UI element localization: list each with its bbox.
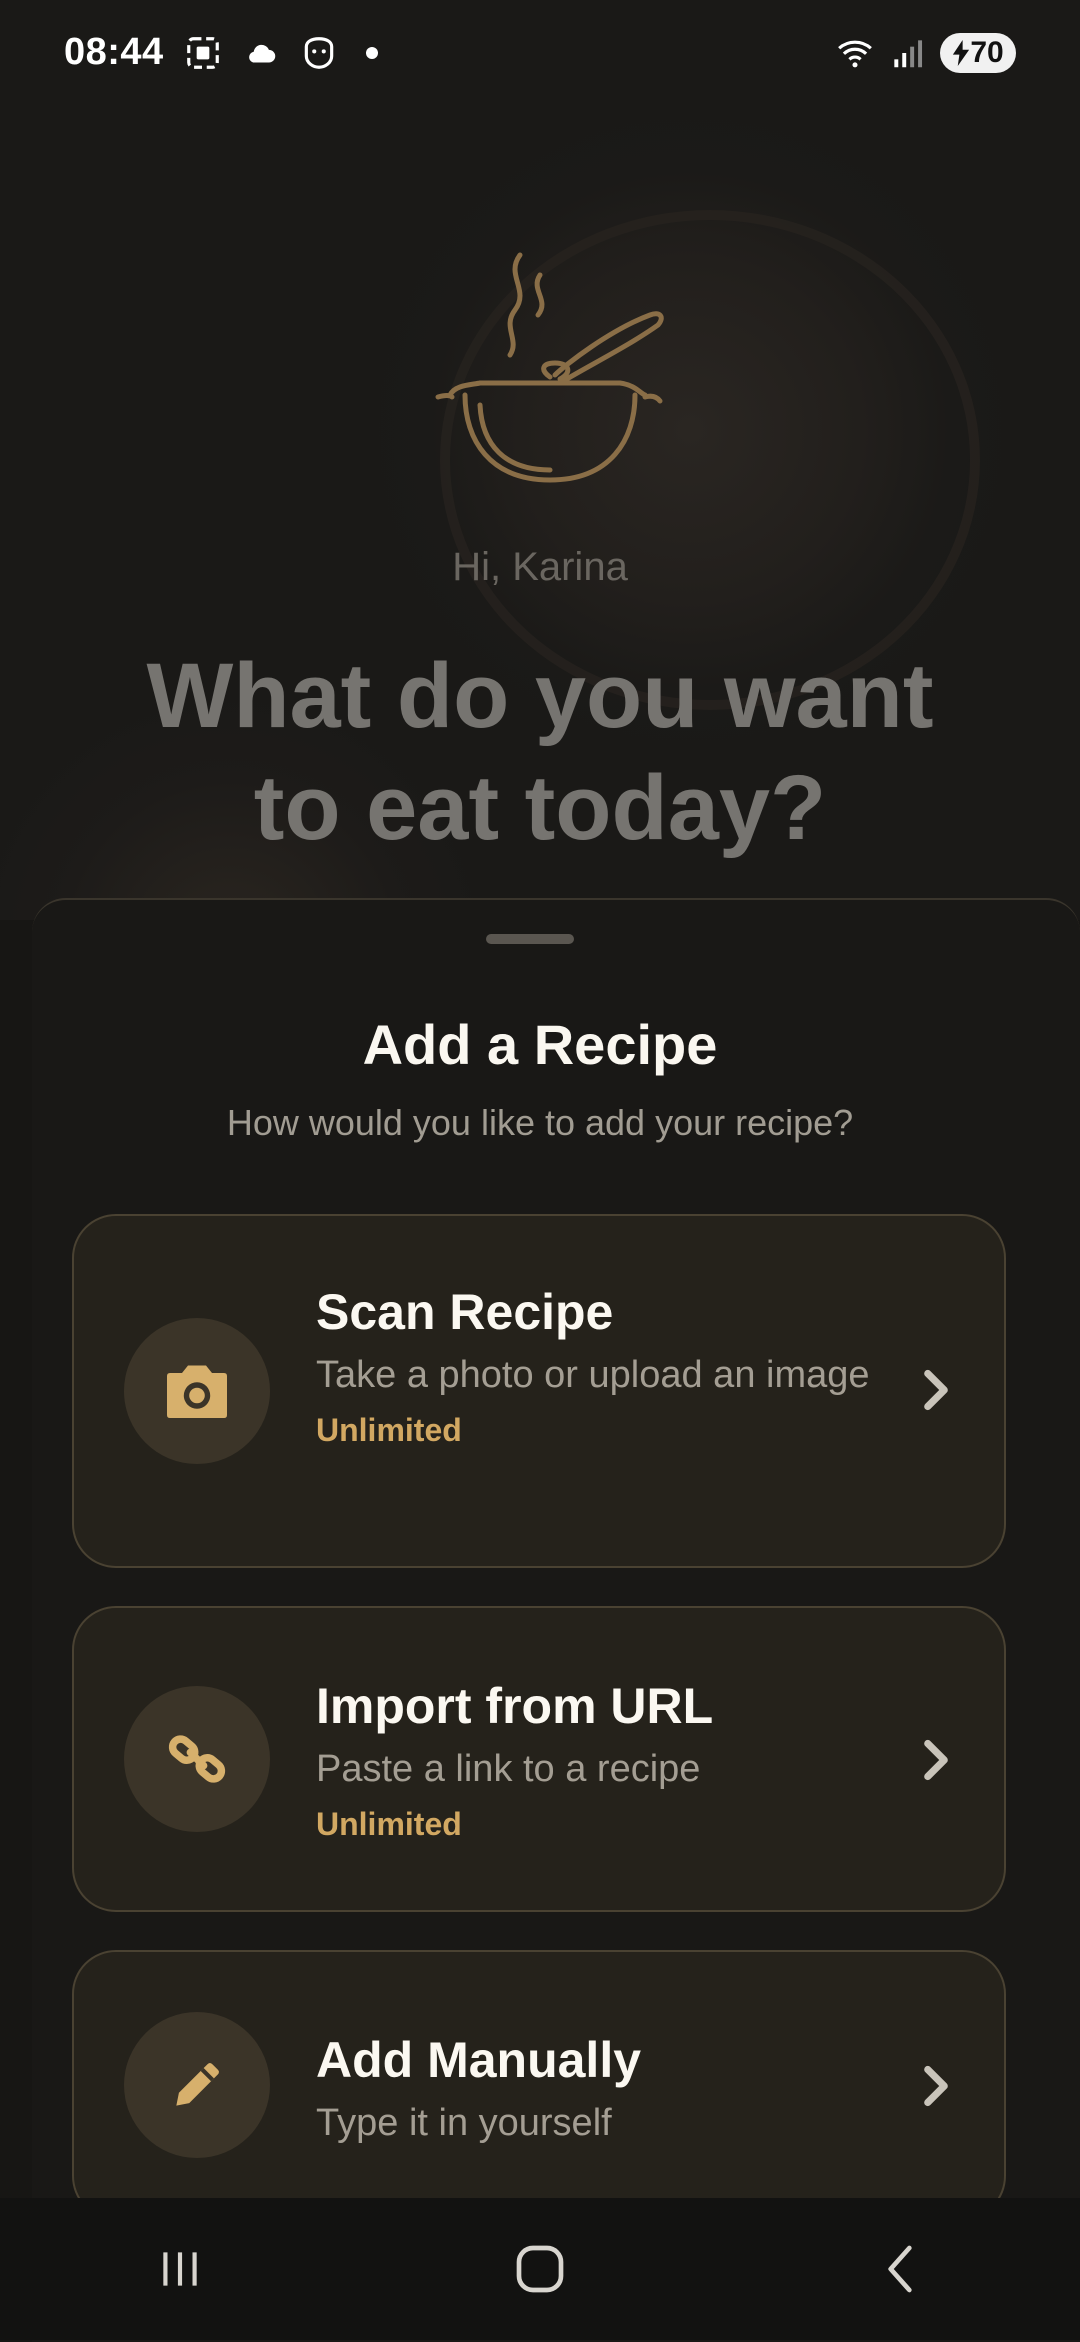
battery-level: 70: [970, 35, 1004, 69]
scan-recipe-icon-circle: [124, 1318, 270, 1464]
sheet-title: Add a Recipe: [362, 1013, 718, 1076]
link-icon: [168, 1735, 226, 1783]
status-bar: 08:44 70: [0, 0, 1080, 105]
charging-bolt-icon: [953, 39, 970, 66]
option-title: Add Manually: [316, 2032, 642, 2088]
option-title: Scan Recipe: [316, 1284, 614, 1340]
recent-apps-button[interactable]: [135, 2224, 225, 2314]
cooking-pot-icon: [435, 252, 664, 483]
signal-icon: [894, 39, 923, 67]
screenshot-icon: [186, 36, 219, 69]
add-manually-option[interactable]: Add Manually Type it in yourself: [72, 1950, 1006, 2220]
scan-recipe-option[interactable]: Scan Recipe Take a photo or upload an im…: [72, 1214, 1006, 1568]
back-button[interactable]: [855, 2224, 945, 2314]
chevron-right-icon: [924, 2065, 948, 2107]
battery-indicator: 70: [940, 32, 1016, 73]
home-icon: [516, 2245, 564, 2293]
option-title: Import from URL: [316, 1678, 714, 1734]
import-url-icon-circle: [124, 1686, 270, 1832]
option-badge: Unlimited: [316, 1806, 462, 1842]
page-headline: What do you want to eat today?: [0, 640, 1080, 864]
system-nav-bar: [0, 2198, 1080, 2340]
add-manually-icon-circle: [124, 2012, 270, 2158]
weather-cloud-icon: [248, 44, 275, 62]
greeting-text: Hi, Karina: [452, 545, 628, 589]
recent-apps-icon: [163, 2252, 197, 2286]
chevron-right-icon: [924, 1369, 948, 1411]
sheet-drag-handle[interactable]: [486, 934, 574, 944]
pencil-icon: [176, 2063, 219, 2106]
wifi-icon: [838, 40, 872, 67]
option-description: Paste a link to a recipe: [316, 1748, 701, 1790]
chevron-right-icon: [924, 1739, 948, 1781]
option-description: Type it in yourself: [316, 2102, 612, 2144]
camera-icon: [167, 1365, 227, 1418]
headline-line-1: What do you want: [146, 645, 934, 747]
sheet-subtitle: How would you like to add your recipe?: [226, 1102, 854, 1143]
back-icon: [888, 2245, 912, 2293]
status-time: 08:44: [64, 31, 164, 73]
headline-line-2: to eat today?: [253, 757, 827, 859]
option-badge: Unlimited: [316, 1412, 462, 1448]
notification-dot: [365, 46, 378, 59]
home-button[interactable]: [495, 2224, 585, 2314]
import-url-option[interactable]: Import from URL Paste a link to a recipe…: [72, 1606, 1006, 1912]
app-notification-icon: [304, 36, 333, 69]
option-description: Take a photo or upload an image: [316, 1354, 870, 1396]
